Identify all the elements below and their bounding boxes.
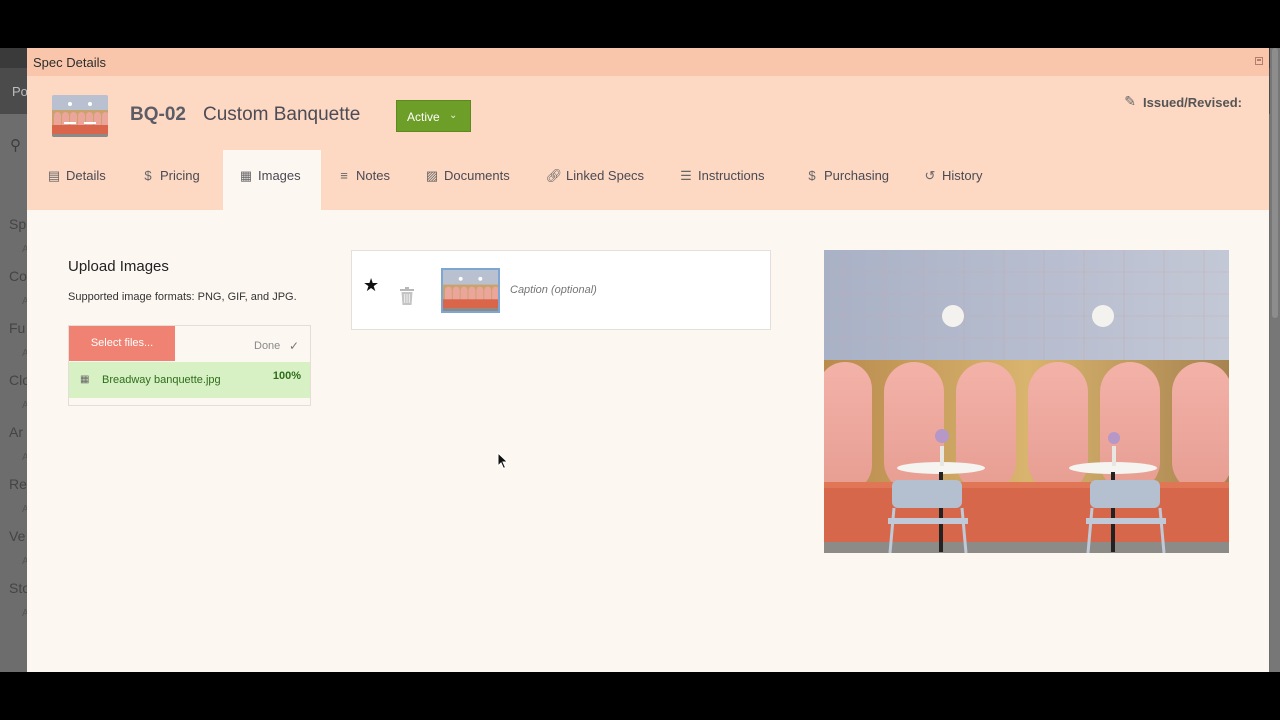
tab-notes[interactable]: ≡ Notes xyxy=(329,150,409,210)
spec-code: BQ-02 xyxy=(130,104,186,125)
done-label: Done xyxy=(254,340,281,352)
upload-formats-text: Supported image formats: PNG, GIF, and J… xyxy=(68,291,297,303)
tab-bar: ▤ Details $ Pricing ▦ Images ≡ Notes ▨ Docume… xyxy=(27,150,1269,210)
tab-documents[interactable]: ▨ Documents xyxy=(417,150,527,210)
list-icon: ☰ xyxy=(680,168,692,183)
spec-details-modal: Spec Details BQ-02 Custom Banquette Acti… xyxy=(27,48,1269,672)
upload-title: Upload Images xyxy=(68,258,169,275)
star-icon[interactable]: ★ xyxy=(363,275,379,296)
image-icon: ▦ xyxy=(239,168,253,183)
spec-header: BQ-02 Custom Banquette Active ⌄ ✎ Issued… xyxy=(27,76,1269,210)
background-sidebar-item: Fu xyxy=(9,320,26,336)
inbox-icon: ▨ xyxy=(425,168,439,183)
tab-label: Documents xyxy=(444,168,510,183)
mouse-cursor-icon xyxy=(497,451,509,475)
background-nav-label: Po xyxy=(12,84,28,99)
spec-thumbnail xyxy=(52,95,108,137)
caption-input[interactable] xyxy=(510,276,760,304)
background-search-icon: ⚲ xyxy=(10,137,21,154)
image-card: ★ xyxy=(351,250,771,330)
background-sidebar-item: Sp xyxy=(9,216,27,232)
lines-icon: ≡ xyxy=(340,168,348,183)
pencil-icon[interactable]: ✎ xyxy=(1124,93,1136,110)
background-scrollbar-thumb[interactable] xyxy=(1272,48,1278,318)
tab-linked-specs[interactable]: 🔗︎ Linked Specs xyxy=(539,150,655,210)
tab-label: History xyxy=(942,168,983,183)
letterbox-top xyxy=(0,0,1280,48)
minimize-icon[interactable] xyxy=(1255,57,1263,65)
select-files-button[interactable]: Select files... xyxy=(69,326,175,361)
file-name: Breadway banquette.jpg xyxy=(102,374,221,386)
document-icon: ▤ xyxy=(47,168,61,183)
tab-history[interactable]: ↺ History xyxy=(915,150,1003,210)
letterbox-bottom xyxy=(0,672,1280,720)
spec-name[interactable]: Custom Banquette xyxy=(203,104,360,126)
image-preview xyxy=(824,250,1229,553)
trash-icon[interactable] xyxy=(399,287,415,310)
tab-images[interactable]: ▦ Images xyxy=(223,150,321,210)
tab-instructions[interactable]: ☰ Instructions xyxy=(671,150,781,210)
file-progress: 100% xyxy=(272,370,301,382)
tab-label: Instructions xyxy=(698,168,765,183)
modal-titlebar: Spec Details xyxy=(27,48,1269,76)
tab-label: Images xyxy=(258,168,301,183)
tab-pricing[interactable]: $ Pricing xyxy=(131,150,223,210)
tab-label: Pricing xyxy=(160,168,200,183)
background-sidebar-item: Co xyxy=(9,268,27,284)
uploaded-file-row: ▦ Breadway banquette.jpg 100% xyxy=(69,362,310,398)
dollar-icon: $ xyxy=(144,168,152,183)
status-label: Active xyxy=(407,110,440,124)
chevron-down-icon: ⌄ xyxy=(449,110,458,121)
history-icon: ↺ xyxy=(924,168,936,183)
image-thumbnail[interactable] xyxy=(441,268,500,313)
dollar-icon: $ xyxy=(808,168,816,183)
background-sidebar-item: Ve xyxy=(9,528,26,544)
tab-details[interactable]: ▤ Details xyxy=(37,150,129,210)
file-icon: ▦ xyxy=(80,374,90,385)
background-sidebar-item: Ar xyxy=(9,424,23,440)
check-icon: ✓ xyxy=(289,339,300,353)
background-sidebar-item: Re xyxy=(9,476,27,492)
tab-label: Purchasing xyxy=(824,168,890,183)
modal-title: Spec Details xyxy=(33,55,106,70)
tab-label: Notes xyxy=(356,168,390,183)
tab-label: Details xyxy=(66,168,106,183)
tab-label: Linked Specs xyxy=(566,168,645,183)
tab-purchasing[interactable]: $ Purchasing xyxy=(797,150,901,210)
issued-revised-label: Issued/Revised: xyxy=(1143,95,1242,110)
status-dropdown[interactable]: Active ⌄ xyxy=(396,100,471,132)
upload-dropzone[interactable]: Select files... Done ✓ ▦ Breadway banque… xyxy=(68,325,311,406)
link-icon: 🔗︎ xyxy=(545,168,563,183)
